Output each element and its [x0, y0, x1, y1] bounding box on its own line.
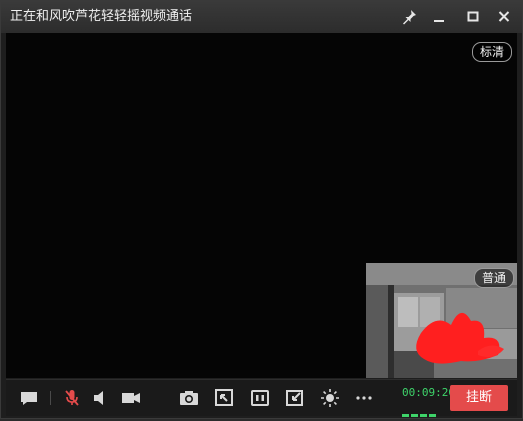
- hangup-button[interactable]: 挂断: [450, 385, 508, 411]
- message-icon[interactable]: [18, 388, 40, 408]
- call-timer: 00:09:20: [402, 386, 455, 399]
- local-video-pip[interactable]: 普通: [366, 263, 517, 378]
- main-quality-badge[interactable]: 标清: [472, 42, 513, 62]
- pip-switch-icon[interactable]: [284, 388, 306, 408]
- camera-icon[interactable]: [120, 388, 142, 408]
- pin-icon[interactable]: [398, 7, 420, 27]
- title-bar[interactable]: 正在和风吹芦花轻轻摇视频通话: [1, 1, 522, 33]
- pip-quality-badge[interactable]: 普通: [474, 268, 515, 288]
- call-toolbar: 00:09:20 挂断: [6, 379, 517, 417]
- screenshot-icon[interactable]: [178, 388, 200, 408]
- maximize-icon[interactable]: [462, 7, 484, 27]
- more-icon[interactable]: [353, 388, 375, 408]
- speaker-icon[interactable]: [89, 388, 111, 408]
- split-view-icon[interactable]: [249, 388, 271, 408]
- signal-strength-icon: [402, 402, 446, 417]
- video-call-window: 正在和风吹芦花轻轻摇视频通话 标清 普通 00:09:20 挂断: [0, 0, 523, 419]
- toolbar-divider: [50, 391, 51, 405]
- minimize-icon[interactable]: [428, 7, 450, 27]
- brightness-icon[interactable]: [319, 388, 341, 408]
- close-icon[interactable]: [493, 7, 515, 27]
- screen-share-icon[interactable]: [213, 388, 235, 408]
- window-title: 正在和风吹芦花轻轻摇视频通话: [10, 9, 193, 24]
- microphone-muted-icon[interactable]: [61, 388, 83, 408]
